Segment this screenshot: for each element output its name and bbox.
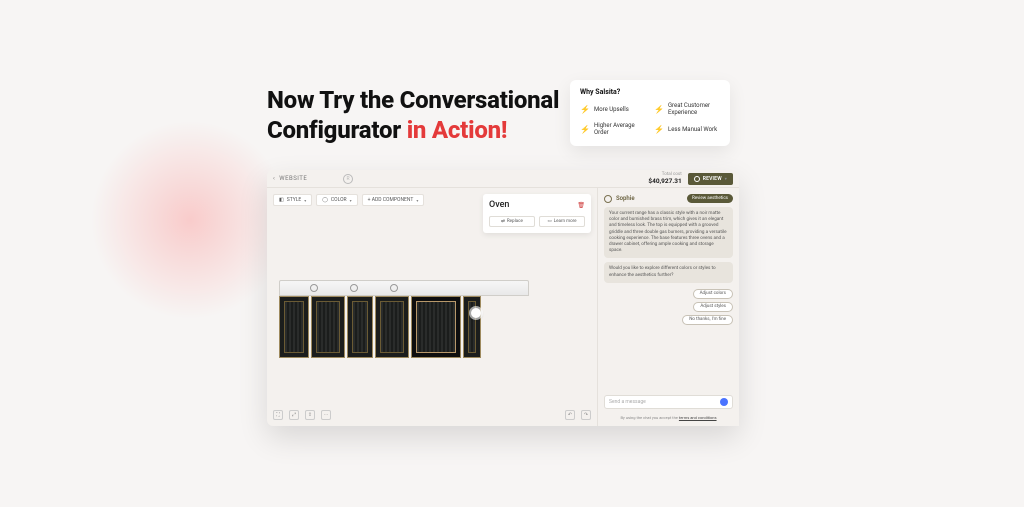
why-title: Why Salsita? — [580, 88, 720, 96]
user-message-chip: Review aesthetics — [687, 194, 733, 203]
breadcrumb[interactable]: WEBSITE — [279, 175, 307, 182]
burner-icon — [350, 284, 358, 292]
viewer-toolbar: ⛶ ⤢ ⇪ ⋯ ↶ ↷ — [273, 406, 591, 420]
hotspot-marker[interactable] — [471, 308, 481, 318]
range-cooktop — [279, 280, 529, 296]
chevron-down-icon: ▾ — [304, 198, 306, 203]
style-dropdown[interactable]: ◧ STYLE ▾ — [273, 194, 312, 206]
suggestion-list: Adjust colors Adjust styles No thanks, I… — [604, 289, 733, 325]
chat-pane: Sophie Review aesthetics Your current ra… — [597, 188, 739, 426]
why-item: ⚡Higher Average Order — [580, 122, 646, 136]
range-cabinet[interactable] — [375, 296, 409, 358]
burner-icon — [390, 284, 398, 292]
fullscreen-icon[interactable]: ⛶ — [273, 410, 283, 420]
chevron-down-icon: ▾ — [725, 176, 727, 181]
why-item: ⚡Great Customer Experience — [654, 102, 720, 116]
section-headline: Now Try the Conversational Configurator … — [267, 85, 559, 145]
brand-logo: R — [343, 174, 353, 184]
more-icon[interactable]: ⋯ — [321, 410, 331, 420]
range-model — [279, 280, 529, 358]
bolt-icon: ⚡ — [580, 125, 590, 134]
add-component-dropdown[interactable]: + ADD COMPONENT ▾ — [362, 194, 425, 206]
suggestion-chip[interactable]: Adjust colors — [693, 289, 733, 299]
send-icon[interactable] — [720, 398, 728, 406]
share-icon[interactable]: ⇪ — [305, 410, 315, 420]
redo-icon[interactable]: ↷ — [581, 410, 591, 420]
assistant-message: Your current range has a classic style w… — [604, 207, 733, 258]
chat-header: Sophie Review aesthetics — [604, 194, 733, 203]
color-dropdown[interactable]: ◯ COLOR ▾ — [316, 194, 357, 206]
chat-composer[interactable]: Send a message — [604, 395, 733, 409]
trash-icon[interactable]: 🗑 — [577, 202, 585, 209]
why-card: Why Salsita? ⚡More Upsells ⚡Great Custom… — [570, 80, 730, 146]
back-icon[interactable]: ‹ — [273, 175, 275, 182]
headline-accent: in Action! — [407, 116, 508, 144]
configurator-app: ‹ WEBSITE R Total cost $40,927.31 REVIEW… — [267, 170, 739, 426]
assistant-avatar — [604, 195, 612, 203]
bolt-icon: ⚡ — [654, 105, 664, 114]
viewer-pane: ◧ STYLE ▾ ◯ COLOR ▾ + ADD COMPONENT ▾ Ov… — [267, 188, 597, 426]
terms-link[interactable]: terms and conditions — [679, 415, 717, 420]
range-oven-selected[interactable] — [411, 296, 461, 358]
why-item: ⚡Less Manual Work — [654, 122, 720, 136]
range-cabinet[interactable] — [347, 296, 373, 358]
component-title: Oven — [489, 200, 509, 210]
undo-icon[interactable]: ↶ — [565, 410, 575, 420]
why-item: ⚡More Upsells — [580, 102, 646, 116]
range-cabinet[interactable] — [279, 296, 309, 358]
background-glow — [90, 120, 290, 320]
bolt-icon: ⚡ — [654, 125, 664, 134]
suggestion-chip[interactable]: Adjust styles — [693, 302, 733, 312]
burner-icon — [310, 284, 318, 292]
headline-line2: Configurator in Action! — [267, 115, 559, 145]
product-canvas[interactable] — [273, 212, 591, 406]
measure-icon[interactable]: ⤢ — [289, 410, 299, 420]
total-cost: Total cost $40,927.31 — [648, 173, 681, 184]
composer-placeholder: Send a message — [609, 399, 646, 405]
review-icon — [694, 176, 700, 182]
assistant-name: Sophie — [616, 195, 635, 202]
palette-icon: ◧ — [279, 197, 284, 203]
color-icon: ◯ — [322, 197, 328, 203]
assistant-message: Would you like to explore different colo… — [604, 262, 733, 282]
range-cabinet[interactable] — [463, 296, 481, 358]
chat-terms: By using the chat you accept the terms a… — [604, 415, 733, 420]
suggestion-chip[interactable]: No thanks, I'm fine — [682, 315, 733, 325]
bolt-icon: ⚡ — [580, 105, 590, 114]
app-topbar: ‹ WEBSITE R Total cost $40,927.31 REVIEW… — [267, 170, 739, 188]
headline-line1: Now Try the Conversational — [267, 85, 559, 115]
range-cabinet[interactable] — [311, 296, 345, 358]
review-button[interactable]: REVIEW ▾ — [688, 173, 733, 185]
chevron-down-icon: ▾ — [350, 198, 352, 203]
chevron-down-icon: ▾ — [416, 198, 418, 203]
